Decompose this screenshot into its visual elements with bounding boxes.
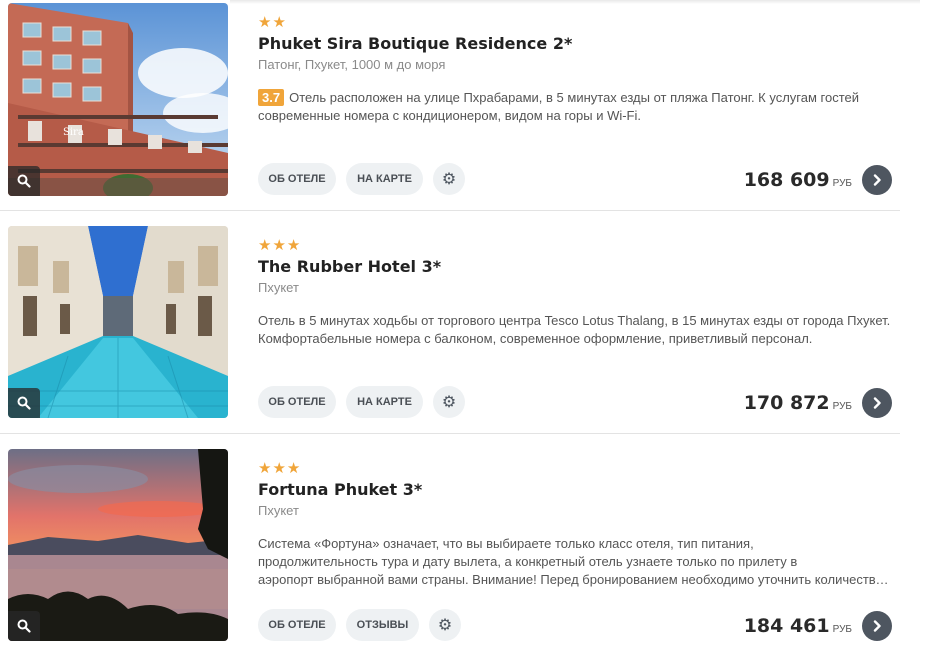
description-line: продолжительность тура и дату вылета, а … — [258, 554, 798, 569]
about-hotel-button[interactable]: ОБ ОТЕЛЕ — [258, 609, 336, 641]
description-line: Система «Фортуна» означает, что вы выбир… — [258, 536, 754, 551]
hotel-description: Система «Фортуна» означает, что вы выбир… — [258, 535, 894, 589]
hotel-card: Sira ★★ Phuket Sira Boutique Residence 2… — [0, 0, 900, 211]
chevron-right-icon — [873, 174, 881, 186]
gear-icon: ⚙ — [441, 392, 457, 411]
chevron-right-icon — [873, 397, 881, 409]
price-value: 184 461 — [743, 615, 830, 637]
rating-badge: 3.7 — [258, 89, 285, 106]
zoom-button[interactable] — [8, 611, 40, 641]
currency: РУБ — [832, 624, 852, 635]
hotel-card: ★★★ Fortuna Phuket 3* Пхукет Система «Фо… — [0, 434, 900, 656]
search-icon — [17, 174, 31, 188]
description-line: аэропорт выбранной вами страны. Внимание… — [258, 572, 890, 587]
hotel-name[interactable]: The Rubber Hotel 3* — [258, 257, 441, 276]
about-hotel-button[interactable]: ОБ ОТЕЛЕ — [258, 163, 336, 195]
about-hotel-button[interactable]: ОБ ОТЕЛЕ — [258, 386, 336, 418]
hotel-location: Пхукет — [258, 503, 299, 518]
hotel-location: Пхукет — [258, 280, 299, 295]
star-rating: ★★ — [258, 14, 287, 31]
hotel-name[interactable]: Fortuna Phuket 3* — [258, 480, 422, 499]
price: 170 872 РУБ — [744, 392, 852, 414]
settings-button[interactable]: ⚙ — [433, 386, 465, 418]
settings-button[interactable]: ⚙ — [433, 163, 465, 195]
currency: РУБ — [832, 178, 852, 189]
svg-text:Sira: Sira — [63, 127, 84, 138]
on-map-button[interactable]: НА КАРТЕ — [346, 163, 423, 195]
open-hotel-button[interactable] — [862, 611, 892, 641]
price: 168 609 РУБ — [744, 169, 852, 191]
open-hotel-button[interactable] — [862, 165, 892, 195]
open-hotel-button[interactable] — [862, 388, 892, 418]
reviews-button[interactable]: ОТЗЫВЫ — [346, 609, 419, 641]
star-rating: ★★★ — [258, 460, 302, 477]
chevron-right-icon — [873, 620, 881, 632]
search-icon — [17, 396, 31, 410]
currency: РУБ — [832, 401, 852, 412]
hotel-location: Патонг, Пхукет, 1000 м до моря — [258, 57, 446, 72]
price-value: 170 872 — [743, 392, 830, 414]
gear-icon: ⚙ — [441, 169, 457, 188]
zoom-button[interactable] — [8, 166, 40, 196]
hotel-photo[interactable]: Sira — [8, 3, 228, 196]
search-icon — [17, 619, 31, 633]
hotel-photo[interactable] — [8, 449, 228, 641]
hotel-description: Отель в 5 минутах ходьбы от торгового це… — [258, 313, 891, 346]
settings-button[interactable]: ⚙ — [429, 609, 461, 641]
hotel-description: 3.7 Отель расположен на улице Пхрабарами,… — [258, 89, 894, 125]
on-map-button[interactable]: НА КАРТЕ — [346, 386, 423, 418]
zoom-button[interactable] — [8, 388, 40, 418]
hotel-name[interactable]: Phuket Sira Boutique Residence 2* — [258, 34, 572, 53]
gear-icon: ⚙ — [437, 615, 453, 634]
hotel-card: ★★★ The Rubber Hotel 3* Пхукет Отель в 5… — [0, 211, 900, 434]
star-rating: ★★★ — [258, 237, 302, 254]
hotel-photo[interactable] — [8, 226, 228, 418]
description-text: Отель расположен на улице Пхрабарами, в … — [258, 90, 860, 123]
price: 184 461 РУБ — [744, 615, 852, 637]
price-value: 168 609 — [743, 169, 830, 191]
